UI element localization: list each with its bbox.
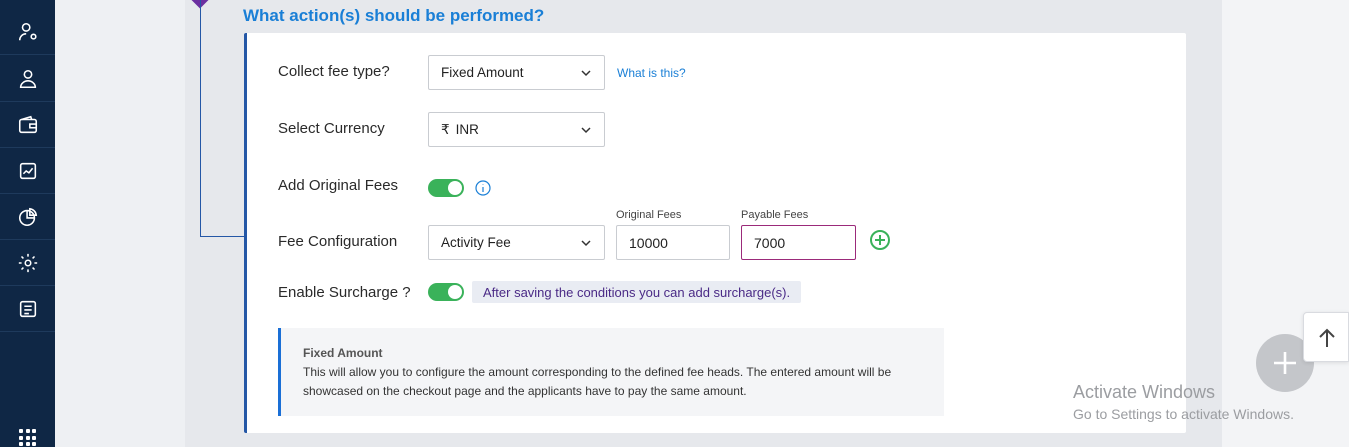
activate-windows-watermark: Activate Windows Go to Settings to activ… bbox=[1073, 382, 1294, 422]
enable-surcharge-toggle[interactable] bbox=[428, 283, 464, 301]
currency-select[interactable]: ₹ INR bbox=[428, 112, 605, 147]
collect-fee-type-select[interactable]: Fixed Amount bbox=[428, 55, 605, 90]
flow-connector-vertical bbox=[200, 0, 201, 237]
info-icon[interactable] bbox=[475, 180, 491, 196]
add-circle-icon[interactable] bbox=[869, 229, 891, 251]
chevron-down-icon bbox=[581, 240, 591, 247]
payable-fees-input[interactable]: 7000 bbox=[741, 225, 856, 260]
surcharge-note: After saving the conditions you can add … bbox=[472, 281, 802, 303]
sidebar-item-settings[interactable] bbox=[0, 240, 55, 286]
wallet-icon bbox=[18, 115, 37, 133]
fee-configuration-label: Fee Configuration bbox=[278, 233, 398, 250]
plus-icon bbox=[1274, 352, 1296, 374]
user-settings-icon bbox=[18, 22, 37, 40]
apps-grid-icon[interactable] bbox=[19, 429, 36, 446]
watermark-title: Activate Windows bbox=[1073, 382, 1216, 402]
fixed-amount-info-box: Fixed Amount This will allow you to conf… bbox=[278, 328, 944, 416]
original-fees-input[interactable]: 10000 bbox=[616, 225, 730, 260]
enable-surcharge-label: Enable Surcharge ? bbox=[278, 284, 411, 301]
sidebar-item-documents[interactable] bbox=[0, 286, 55, 332]
collect-fee-type-value: Fixed Amount bbox=[441, 65, 524, 80]
original-fees-caption: Original Fees bbox=[616, 209, 682, 221]
flow-connector-horizontal bbox=[200, 236, 244, 237]
pie-chart-icon bbox=[18, 207, 37, 226]
fee-head-select[interactable]: Activity Fee bbox=[428, 225, 605, 260]
sidebar bbox=[0, 0, 55, 447]
sidebar-item-wallet[interactable] bbox=[0, 102, 55, 148]
chevron-down-icon bbox=[581, 127, 591, 134]
info-box-title: Fixed Amount bbox=[303, 346, 383, 360]
sidebar-item-pie-chart[interactable] bbox=[0, 194, 55, 240]
scroll-to-top-button[interactable] bbox=[1303, 312, 1349, 362]
left-panel bbox=[55, 0, 185, 447]
user-badge-icon bbox=[19, 69, 36, 88]
add-original-fees-label: Add Original Fees bbox=[278, 177, 399, 194]
chevron-down-icon bbox=[581, 70, 591, 77]
document-icon bbox=[19, 300, 36, 317]
watermark-subtitle: Go to Settings to activate Windows. bbox=[1073, 406, 1294, 422]
payable-fees-caption: Payable Fees bbox=[741, 209, 809, 221]
what-is-this-link[interactable]: What is this? bbox=[617, 66, 686, 80]
select-currency-label: Select Currency bbox=[278, 120, 385, 137]
rupee-symbol: ₹ bbox=[441, 121, 450, 137]
action-card: Collect fee type? Fixed Amount What is t… bbox=[244, 33, 1186, 433]
section-title: What action(s) should be performed? bbox=[243, 6, 545, 25]
analytics-icon bbox=[19, 162, 36, 179]
fee-head-value: Activity Fee bbox=[441, 235, 511, 250]
arrow-up-icon bbox=[1319, 328, 1335, 347]
currency-value: INR bbox=[455, 122, 479, 137]
sidebar-item-user-badge[interactable] bbox=[0, 56, 55, 102]
gear-icon bbox=[18, 253, 37, 272]
sidebar-item-analytics[interactable] bbox=[0, 148, 55, 194]
collect-fee-type-label: Collect fee type? bbox=[278, 63, 390, 80]
info-box-body: This will allow you to configure the amo… bbox=[303, 365, 892, 398]
add-original-fees-toggle[interactable] bbox=[428, 179, 464, 197]
sidebar-item-user-settings[interactable] bbox=[0, 9, 55, 55]
